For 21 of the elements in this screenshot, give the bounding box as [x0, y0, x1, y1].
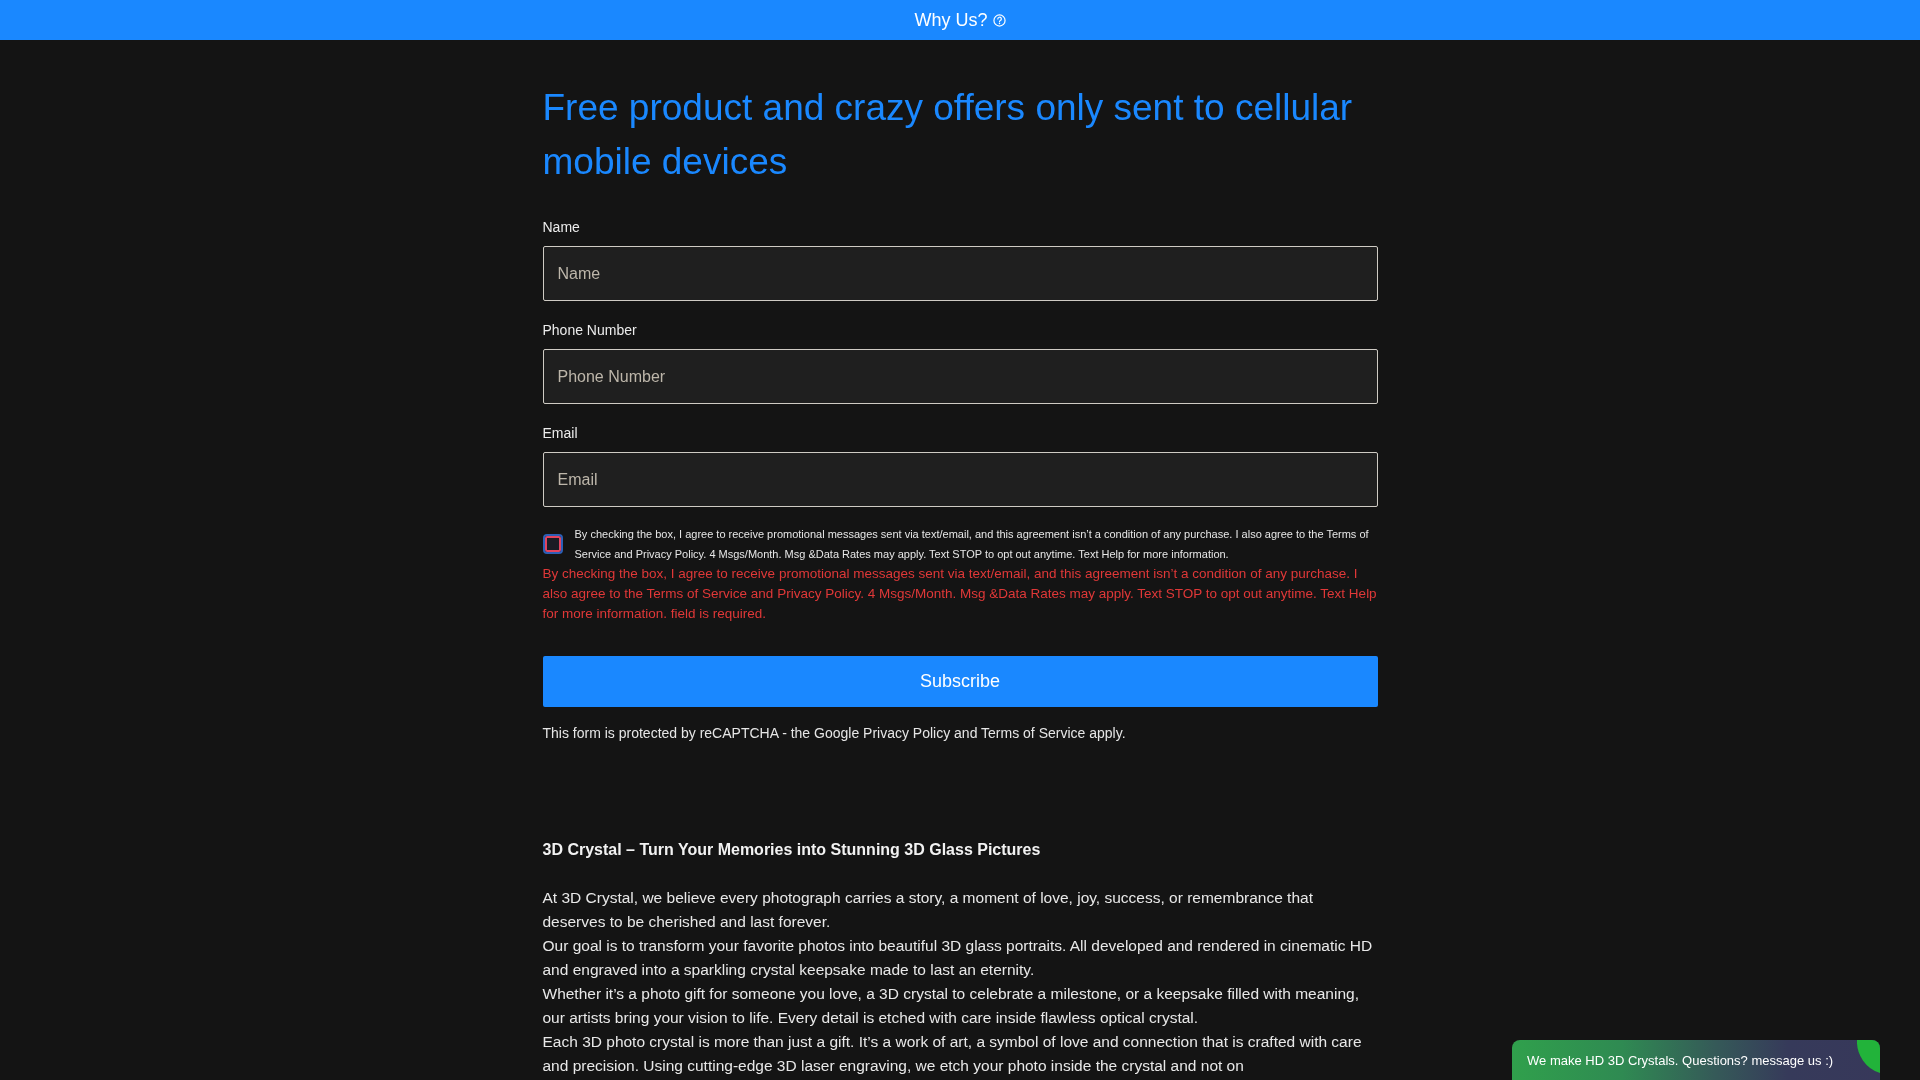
chat-button[interactable]: We make HD 3D Crystals. Questions? message us :) [1512, 1040, 1880, 1080]
checkbox[interactable] [542, 534, 563, 554]
input-field[interactable]: Email [542, 452, 1378, 507]
section-title: 3D Crystal – Turn Your Memories into Stunning 3D Glass Pictures [542, 840, 1042, 860]
field-label: Phone Number [542, 321, 637, 340]
subscribe-button[interactable]: Subscribe [542, 656, 1378, 707]
paragraph: Our goal is to transform your favorite photos into beautiful 3D glass portraits. All developed and rendered in cinematic HD and engraved into a sparkling crystal keepsake made to last an eternity. [542, 936, 1374, 980]
form-heading: Free product and crazy offers only sent to cellular mobile devices [542, 86, 1354, 184]
corner-accent-icon [1857, 1040, 1880, 1073]
help-icon [992, 13, 1006, 27]
paragraph: At 3D Crystal, we believe every photograph carries a story, a moment of love, joy, success, or remembrance that deserves to be cherished and last forever. [542, 888, 1314, 932]
input-field[interactable]: Phone Number [542, 349, 1378, 404]
paragraph: Each 3D photo crystal is more than just a gift. It’s a work of art, a symbol of love and connection that is crafted with care and precision. Using cutting-edge 3D laser engraving, we etch your photo inside the crystal and not on [542, 1032, 1363, 1076]
recaptcha-note: This form is protected by reCAPTCHA - the Google Privacy Policy and Terms of Service apply. [542, 724, 1127, 743]
field-label: Name [542, 218, 580, 237]
input-field[interactable]: Name [542, 246, 1378, 301]
paragraph: Whether it’s a photo gift for someone you love, a 3D crystal to celebrate a milestone, or a keepsake filled with meaning, our artists bring your vision to life. Every detail is etched with care inside flawless optical crystal. [542, 984, 1360, 1028]
error-message: By checking the box, I agree to receive promotional messages sent via text/email, and this agreement isn’t a condition of any purchase. I also agree to the Terms of Service and Privacy Policy. 4 Msgs/Month. Msg &Data Rates may apply. Text STOP to opt out anytime. Text Help for more information. field is required. [542, 565, 1378, 623]
field-label: Email [542, 424, 578, 443]
why-us-link[interactable]: Why Us? [912, 7, 1008, 33]
consent-text: By checking the box, I agree to receive promotional messages sent via text/email, and this agreement isn’t a condition of any purchase. I also agree to the Terms of Service and Privacy Policy. 4 Msgs/Month. Msg &Data Rates may apply. Text STOP to opt out anytime. Text Help for more information. [574, 527, 1370, 562]
